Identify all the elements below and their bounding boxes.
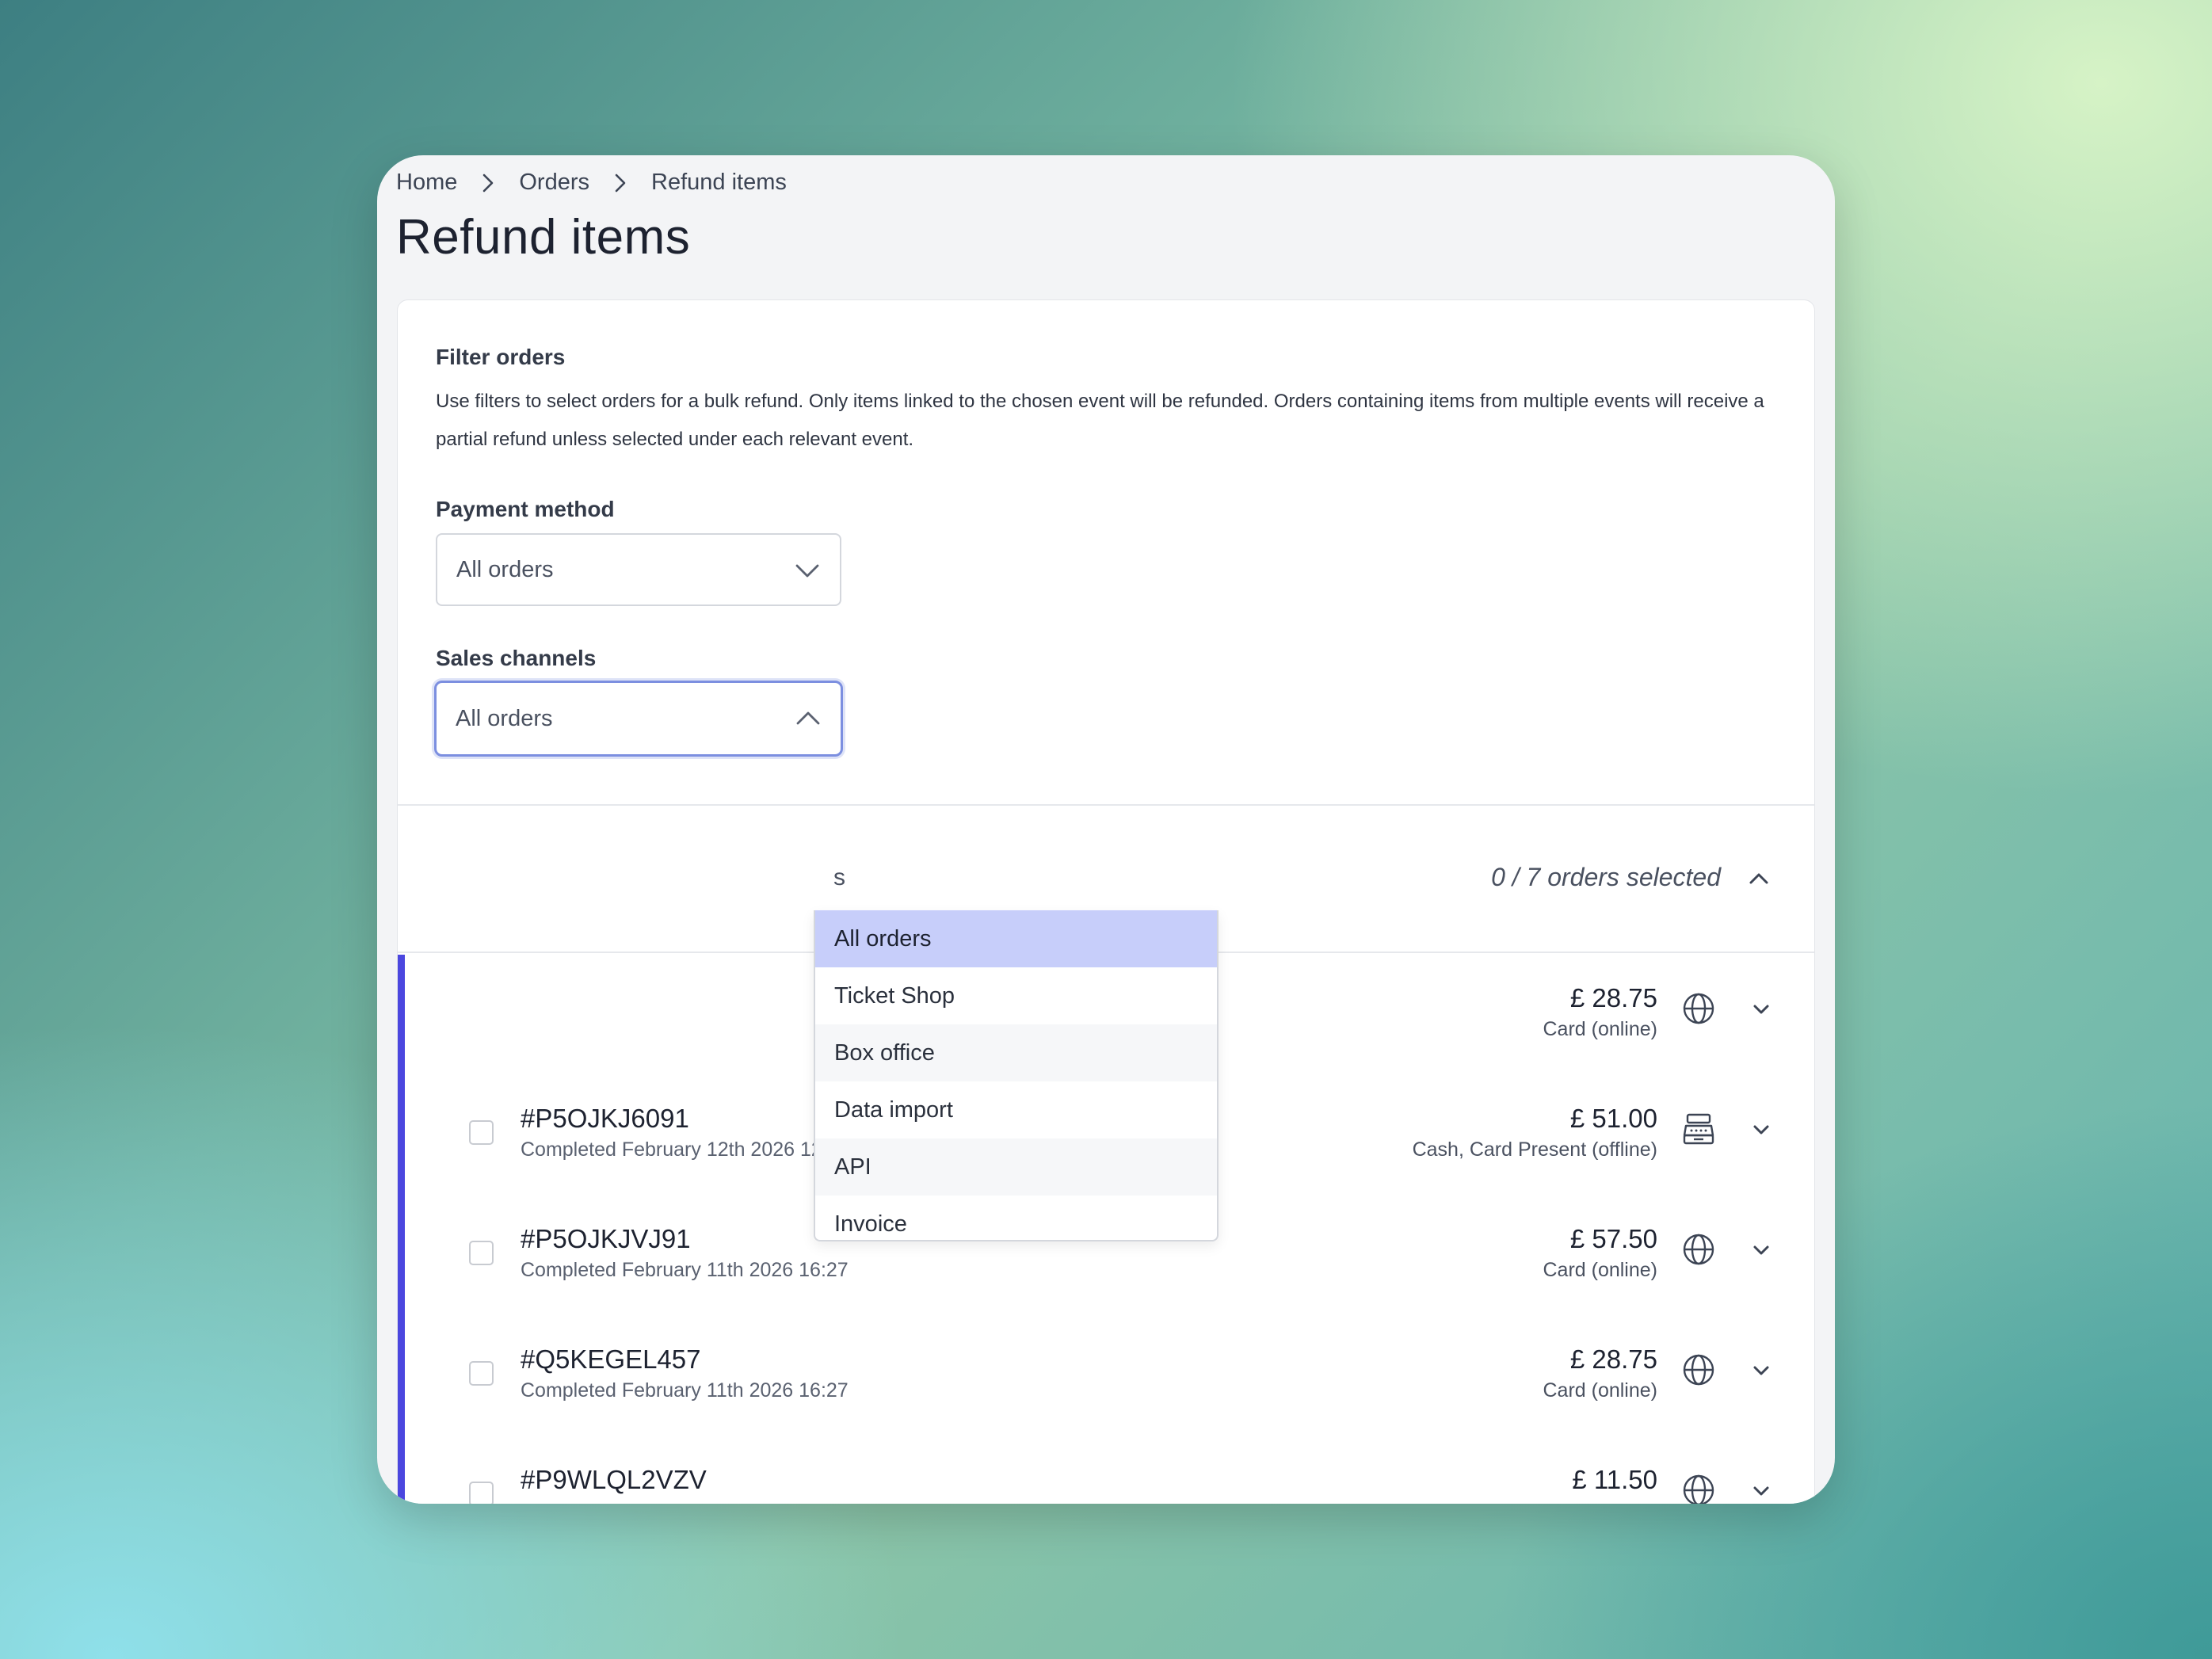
order-status: Completed February 11th 2026 16:27: [521, 1379, 849, 1402]
orders-summary-label: s: [833, 864, 845, 891]
expand-chevron-down-icon[interactable]: [1748, 1238, 1775, 1262]
expand-chevron-down-icon[interactable]: [1748, 1118, 1775, 1142]
chevron-right-icon: [604, 170, 637, 196]
order-payment-method: Cash, Card Present (offline): [1412, 1138, 1657, 1161]
chevron-up-icon: [796, 711, 820, 725]
breadcrumb-orders[interactable]: Orders: [519, 170, 589, 196]
order-amount: £ 28.75: [1569, 983, 1657, 1013]
order-checkbox[interactable]: [469, 1361, 494, 1386]
order-amount: £ 11.50: [1572, 1465, 1657, 1494]
orders-selected-count: 0 / 7 orders selected: [1491, 863, 1721, 891]
dropdown-option-data-import[interactable]: Data import: [815, 1081, 1217, 1138]
chevron-down-icon: [795, 564, 819, 578]
expand-chevron-down-icon[interactable]: [1748, 997, 1775, 1021]
order-payment-method: Card (online): [1543, 1018, 1657, 1040]
order-id: #P9WLQL2VZV: [521, 1465, 707, 1494]
globe-icon: [1683, 1474, 1714, 1504]
payment-method-value: All orders: [456, 556, 554, 582]
order-checkbox[interactable]: [469, 1482, 494, 1504]
globe-icon: [1683, 1354, 1714, 1386]
order-amount: £ 28.75: [1569, 1344, 1657, 1374]
sales-channels-label: Sales channels: [436, 646, 597, 670]
order-row[interactable]: #Q5KEGEL457 Completed February 11th 2026…: [405, 1316, 1814, 1436]
order-checkbox[interactable]: [469, 1120, 494, 1145]
sales-channels-dropdown: All orders Ticket Shop Box office Data i…: [814, 910, 1219, 1241]
breadcrumb-current: Refund items: [651, 170, 787, 195]
filter-description: Use filters to select orders for a bulk …: [436, 391, 1764, 450]
dropdown-option-ticket-shop[interactable]: Ticket Shop: [815, 967, 1217, 1024]
breadcrumb-home[interactable]: Home: [396, 170, 457, 196]
order-row[interactable]: #P9WLQL2VZV £ 11.50: [405, 1436, 1814, 1504]
sales-channels-select[interactable]: All orders: [434, 681, 843, 757]
dropdown-option-all-orders[interactable]: All orders: [815, 910, 1217, 967]
page-title: Refund items: [396, 210, 691, 265]
chevron-right-icon: [471, 170, 505, 196]
order-id: #P5OJKJ6091: [521, 1104, 689, 1133]
sales-channels-value: All orders: [456, 705, 553, 731]
order-payment-method: Card (online): [1543, 1259, 1657, 1281]
cash-register-icon: [1683, 1113, 1714, 1145]
order-id: #Q5KEGEL457: [521, 1344, 701, 1374]
order-status: Completed February 11th 2026 16:27: [521, 1259, 849, 1281]
event-accent-bar: [398, 955, 405, 1504]
breadcrumb: Home Orders Refund items: [396, 170, 787, 196]
filter-title: Filter orders: [436, 345, 566, 369]
divider: [398, 804, 1814, 806]
filter-card: Filter orders Use filters to select orde…: [397, 299, 1815, 1504]
payment-method-select[interactable]: All orders: [436, 533, 841, 606]
expand-chevron-down-icon[interactable]: [1748, 1359, 1775, 1382]
order-amount: £ 51.00: [1569, 1104, 1657, 1133]
globe-icon: [1683, 993, 1714, 1024]
order-amount: £ 57.50: [1569, 1224, 1657, 1253]
collapse-chevron-up-icon[interactable]: [1743, 864, 1775, 893]
dropdown-option-api[interactable]: API: [815, 1138, 1217, 1196]
order-checkbox[interactable]: [469, 1241, 494, 1265]
dropdown-option-invoice[interactable]: Invoice: [815, 1196, 1217, 1240]
order-status: Completed February 12th 2026 12:27: [521, 1138, 850, 1161]
order-id: #P5OJKJVJ91: [521, 1224, 691, 1253]
order-payment-method: Card (online): [1543, 1379, 1657, 1402]
expand-chevron-down-icon[interactable]: [1748, 1479, 1775, 1503]
payment-method-label: Payment method: [436, 497, 615, 521]
dropdown-option-box-office[interactable]: Box office: [815, 1024, 1217, 1081]
globe-icon: [1683, 1234, 1714, 1265]
app-window: Home Orders Refund items Refund items Fi…: [377, 155, 1835, 1504]
